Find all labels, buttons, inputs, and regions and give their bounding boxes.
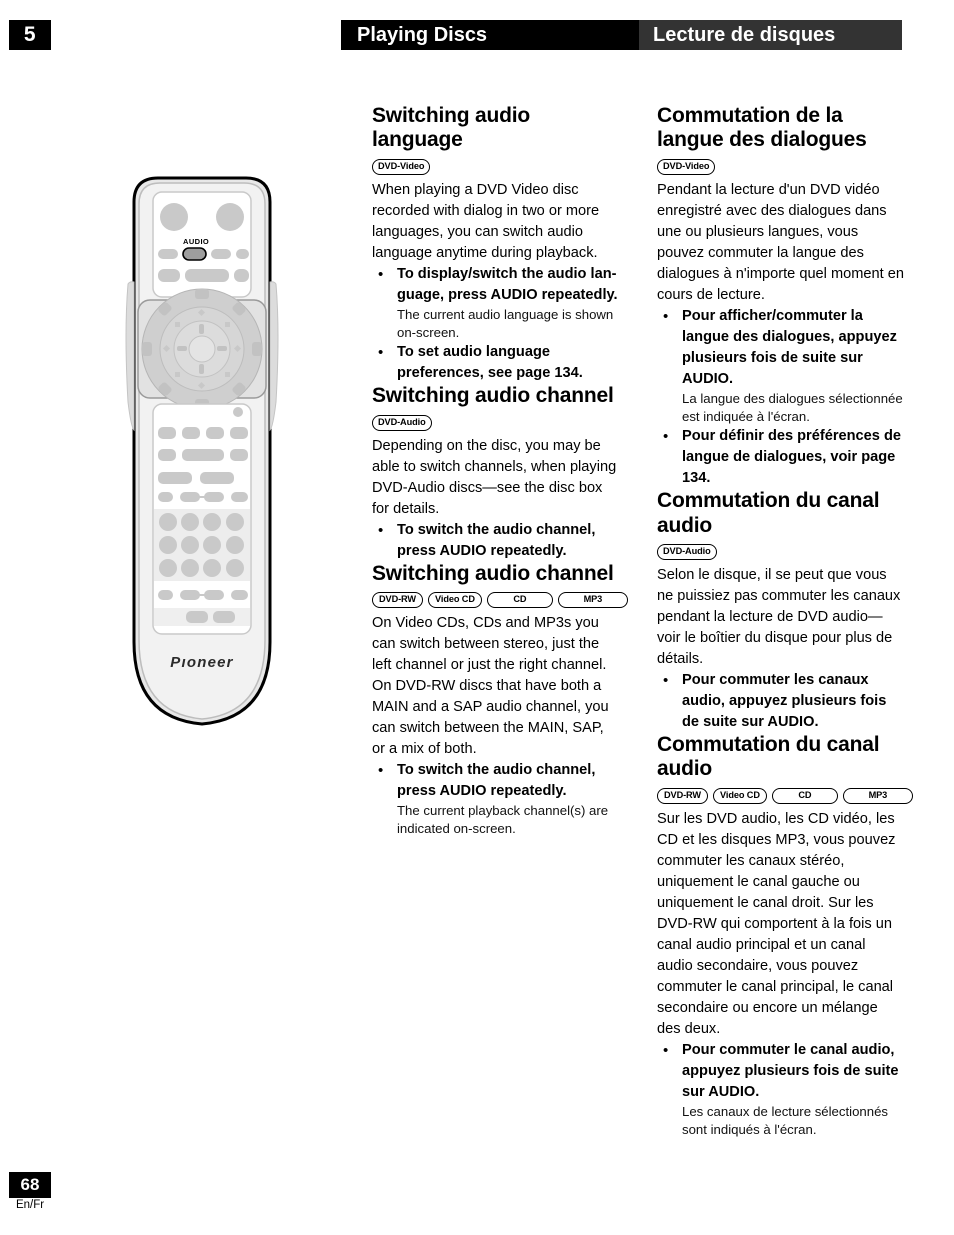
- list-item: To set audio language preferences, see p…: [372, 342, 620, 384]
- bullet-list-fr-3: Pour commuter le canal audio, appuyez pl…: [657, 1040, 905, 1139]
- bullet-strong-fr-1-2: Pour définir des préférences de langue d…: [682, 428, 901, 487]
- intro-text-fr-1: Pendant la lecture d'un DVD vidéo enregi…: [657, 181, 904, 303]
- bullet-list-en-3: To switch the audio channel, press AUDIO…: [372, 760, 620, 838]
- list-item: Pour afficher/commuter la langue des dia…: [657, 306, 905, 426]
- bullet-list-en-1: To display/switch the audio lan-guage, p…: [372, 264, 620, 384]
- english-column: Switching audio language DVD-Video When …: [372, 104, 628, 838]
- page-number-badge: 68: [9, 1172, 51, 1198]
- disc-badges-en-1: DVD-Video: [372, 158, 620, 175]
- intro-text-en-3: On Video CDs, CDs and MP3s you can switc…: [372, 614, 609, 757]
- badge-dvd-audio: DVD-Audio: [657, 543, 717, 560]
- page-languages: En/Fr: [15, 1199, 45, 1211]
- list-item: To display/switch the audio lan-guage, p…: [372, 264, 620, 342]
- heading-switching-audio-channel-multi: Switching audio channel: [372, 561, 614, 585]
- badge-mp3: MP3: [557, 591, 628, 608]
- french-column: Commutation de la langue des dialogues D…: [657, 104, 913, 1139]
- bullet-list-fr-1: Pour afficher/commuter la langue des dia…: [657, 306, 905, 489]
- disc-badges-fr-2: DVD-Audio: [657, 543, 905, 560]
- bullet-list-en-2: To switch the audio channel, press AUDIO…: [372, 520, 620, 562]
- bullet-strong-en-2-1: To switch the audio channel, press AUDIO…: [397, 521, 596, 559]
- intro-text-fr-3: Sur les DVD audio, les CD vidéo, les CD …: [657, 810, 896, 1037]
- list-item: Pour définir des préférences de langue d…: [657, 426, 905, 489]
- list-item: Pour commuter les canaux audio, appuyez …: [657, 670, 905, 733]
- bullet-note-fr-1-1: La langue des dialogues sélectionnée est…: [682, 390, 903, 424]
- intro-text-en-1: When playing a DVD Video disc recorded w…: [372, 181, 600, 261]
- badge-dvd-rw: DVD-RW: [657, 787, 708, 804]
- badge-dvd-audio: DVD-Audio: [372, 414, 432, 431]
- badge-dvd-video: DVD-Video: [657, 158, 716, 175]
- chapter-number: 5: [23, 23, 37, 46]
- badge-video-cd: Video CD: [428, 591, 482, 608]
- disc-badges-fr-3: DVD-RW Video CD CD MP3: [657, 787, 913, 804]
- bullet-strong-fr-2-1: Pour commuter les canaux audio, appuyez …: [682, 671, 887, 730]
- header-title-french-text: Lecture de disques: [653, 23, 836, 46]
- bullet-strong-fr-1-1: Pour afficher/commuter la langue des dia…: [682, 307, 897, 387]
- bullet-strong-en-1-2: To set audio language preferences, see p…: [397, 344, 583, 382]
- page-number: 68: [20, 1175, 40, 1194]
- badge-dvd-rw: DVD-RW: [372, 591, 423, 608]
- list-item: To switch the audio channel, press AUDIO…: [372, 520, 620, 562]
- bullet-strong-en-3-1: To switch the audio channel, press AUDIO…: [397, 761, 596, 799]
- list-item: Pour commuter le canal audio, appuyez pl…: [657, 1040, 905, 1139]
- badge-video-cd: Video CD: [713, 787, 767, 804]
- svg-text:AUDIO: AUDIO: [183, 237, 209, 246]
- header-title-french: Lecture de disques: [639, 20, 902, 50]
- bullet-note-fr-3-1: Les canaux de lecture sélectionnés sont …: [682, 1103, 889, 1137]
- intro-text-fr-2: Selon le disque, il se peut que vous ne …: [657, 566, 901, 667]
- heading-switching-audio-channel-dvd-audio: Switching audio channel: [372, 384, 614, 408]
- remote-control-illustration: AUDIO Pıoneer: [112, 172, 292, 732]
- disc-badges-fr-1: DVD-Video: [657, 158, 905, 175]
- heading-commutation-langue-dialogues: Commutation de la langue des dialogues: [657, 104, 867, 152]
- disc-badges-en-2: DVD-Audio: [372, 414, 620, 431]
- page-header-bar: Playing Discs Lecture de disques: [341, 20, 902, 50]
- badge-cd: CD: [771, 787, 838, 804]
- heading-commutation-canal-audio-multi: Commutation du canal audio: [657, 732, 880, 781]
- header-title-english-text: Playing Discs: [357, 23, 488, 46]
- bullet-list-fr-2: Pour commuter les canaux audio, appuyez …: [657, 670, 905, 733]
- bullet-note-en-3-1: The current playback channel(s) are indi…: [397, 802, 609, 837]
- heading-switching-audio-language: Switching audio language: [372, 104, 530, 152]
- bullet-strong-en-1-1: To display/switch the audio lan-guage, p…: [397, 265, 618, 303]
- pioneer-logo-text: Pıoneer: [170, 654, 233, 671]
- chapter-number-badge: 5: [9, 20, 51, 50]
- badge-mp3: MP3: [842, 787, 913, 804]
- badge-dvd-video: DVD-Video: [372, 158, 431, 175]
- bullet-strong-fr-3-1: Pour commuter le canal audio, appuyez pl…: [682, 1041, 899, 1100]
- disc-badges-en-3: DVD-RW Video CD CD MP3: [372, 591, 628, 608]
- list-item: To switch the audio channel, press AUDIO…: [372, 760, 620, 838]
- intro-text-en-2: Depending on the disc, you may be able t…: [372, 437, 617, 517]
- bullet-note-en-1-1: The current audio language is shown on-s…: [397, 306, 614, 340]
- heading-commutation-canal-audio-dvd-audio: Commutation du canal audio: [657, 489, 880, 537]
- header-title-english: Playing Discs: [341, 20, 639, 50]
- badge-cd: CD: [486, 591, 553, 608]
